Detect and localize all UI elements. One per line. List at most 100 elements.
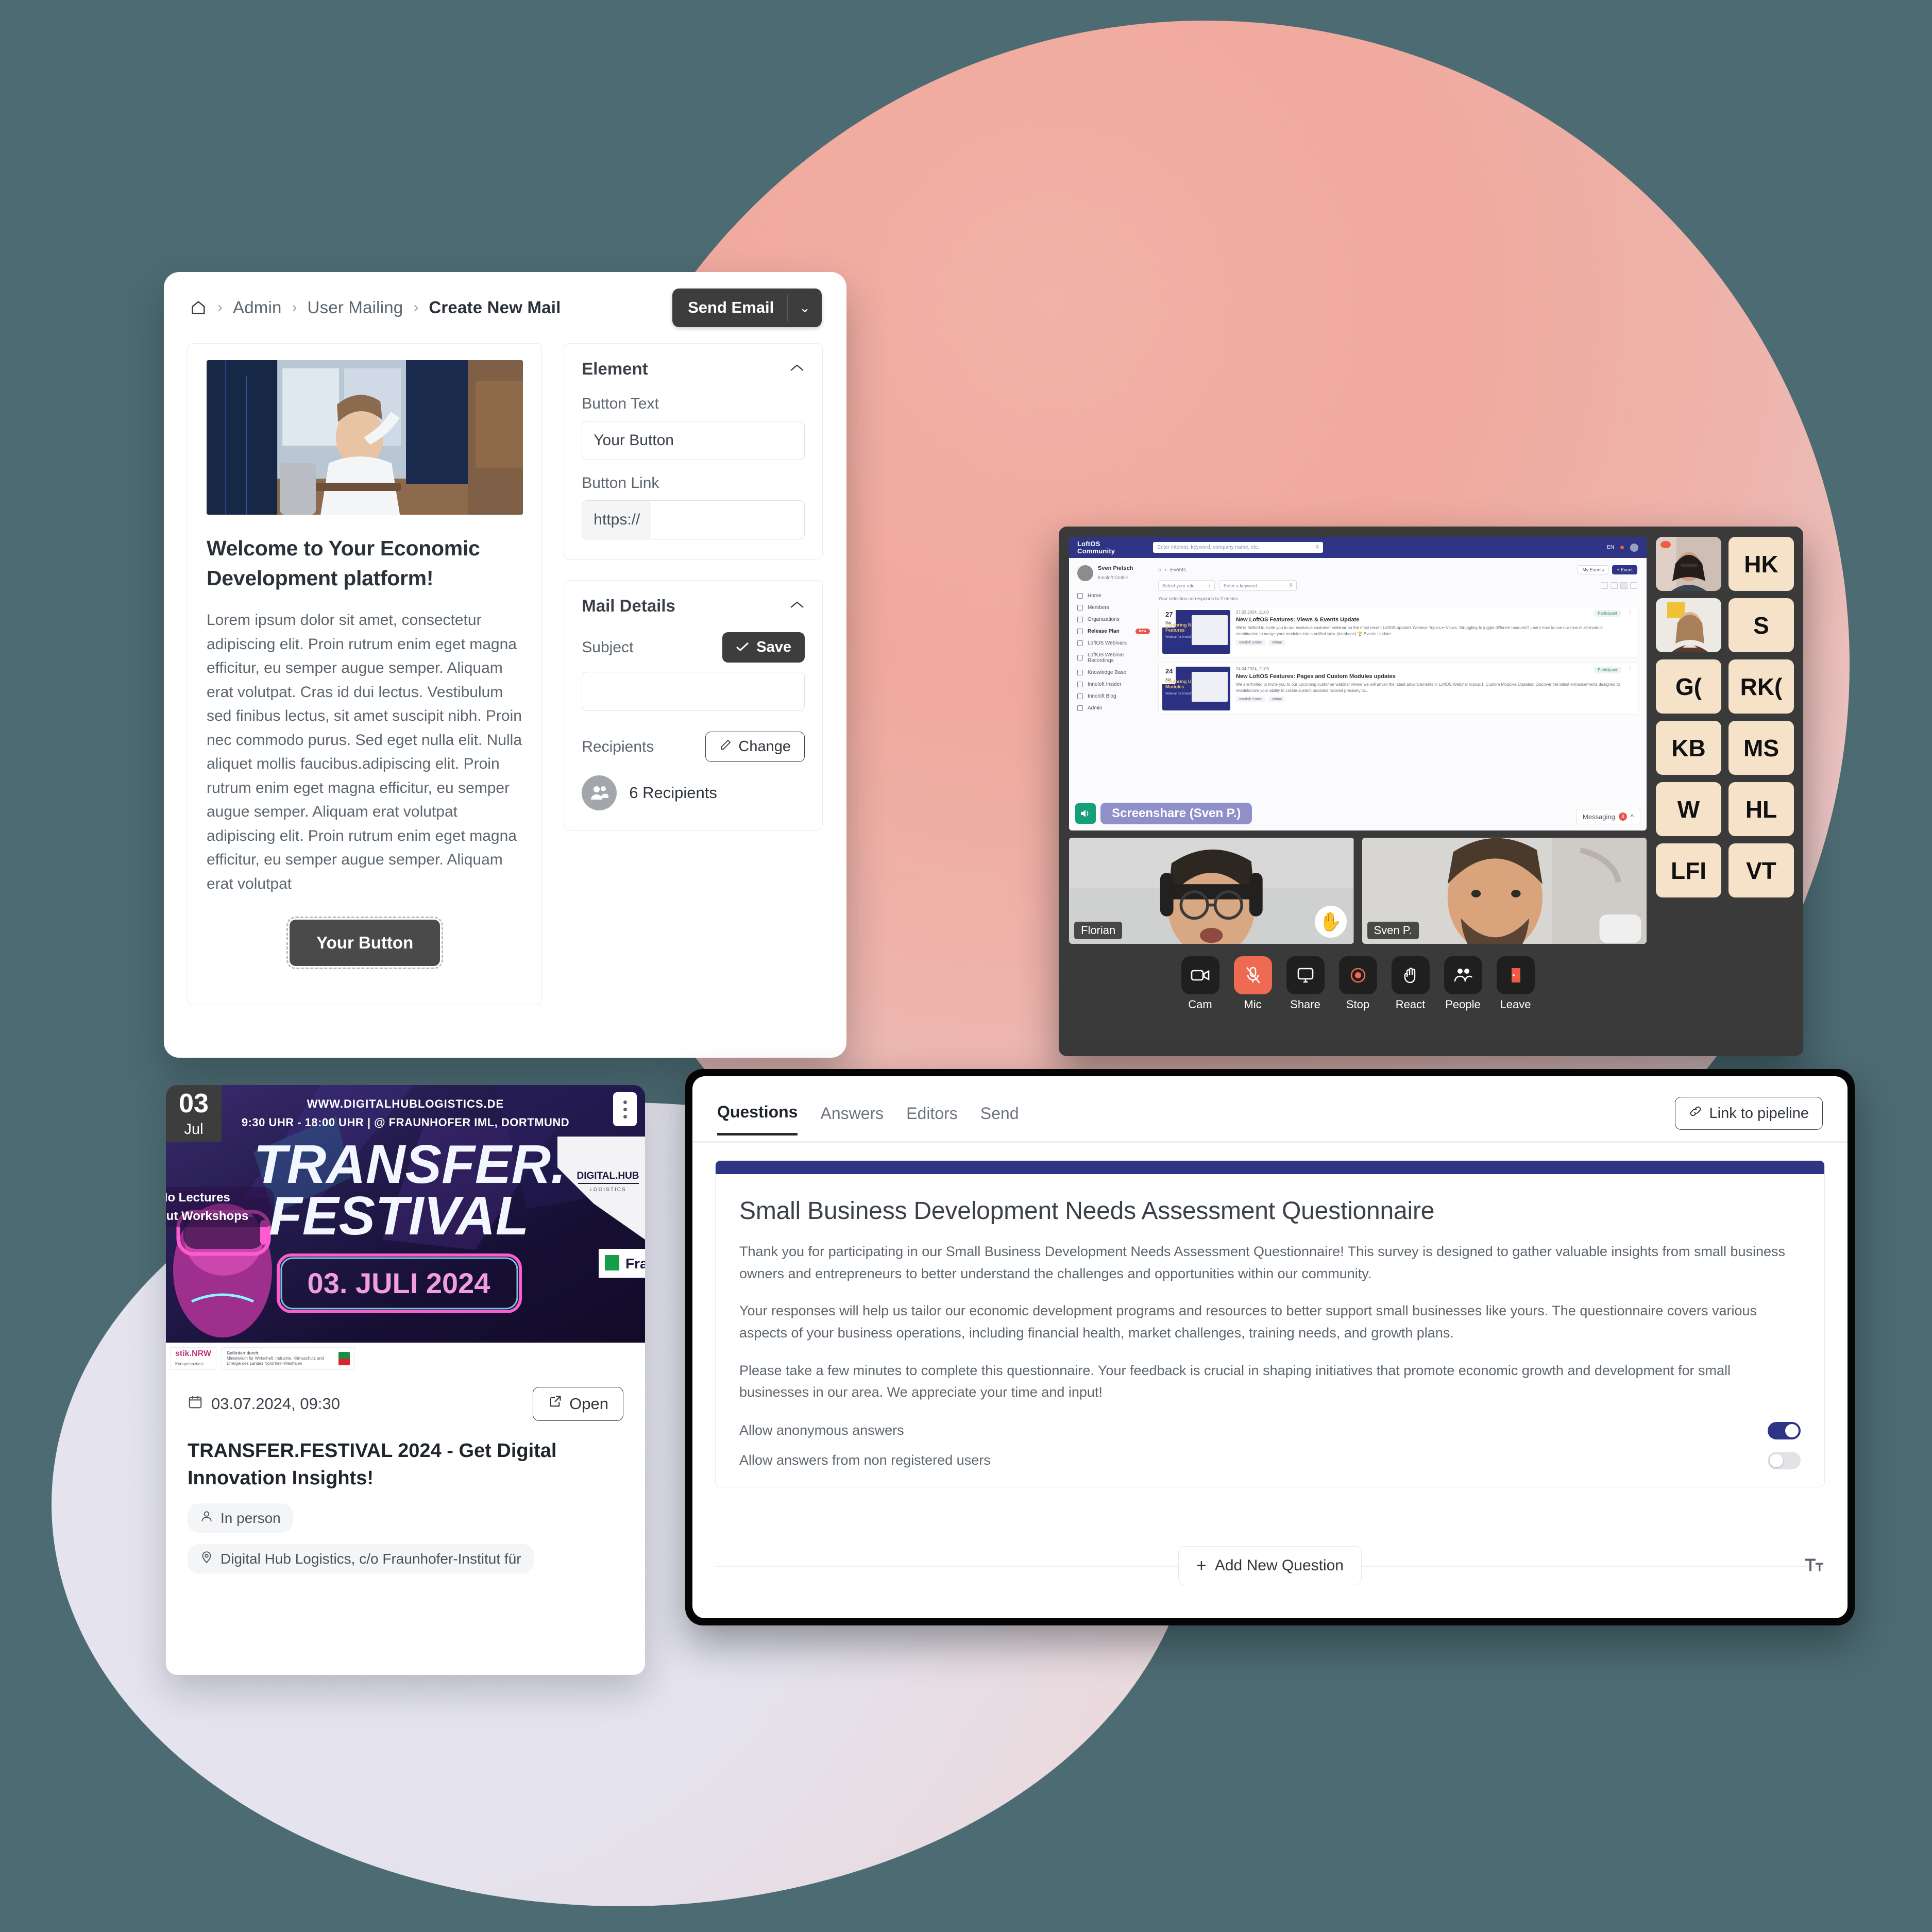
mic-muted-icon[interactable] <box>1233 956 1272 994</box>
record-stop-icon[interactable] <box>1338 956 1377 994</box>
control-react[interactable]: React <box>1389 956 1432 1011</box>
chevron-up-icon[interactable] <box>789 363 805 375</box>
loftos-search-input[interactable]: Enter interest, keyword, company name, e… <box>1153 542 1324 553</box>
event-card[interactable]: No Lectures but Workshops WWW.DIGITALHUB… <box>166 1085 645 1675</box>
toggle-allow-anonymous-answers[interactable] <box>1768 1421 1801 1439</box>
add-new-question-button[interactable]: + Add New Question <box>1178 1546 1362 1585</box>
language-selector[interactable]: EN <box>1607 545 1614 550</box>
participant-tile-kb[interactable]: KB <box>1656 721 1721 775</box>
sidebar-item-knowledge-base[interactable]: Knowledge Base <box>1077 667 1150 679</box>
loftos-logo-line1: LoftOS <box>1077 540 1100 548</box>
chevron-right-icon: › <box>292 299 297 316</box>
control-leave[interactable]: Leave <box>1494 956 1537 1011</box>
sidebar-item-label: LoftOS Webinar Recordings <box>1088 652 1124 664</box>
save-button[interactable]: Save <box>722 632 805 663</box>
view-list-icon[interactable] <box>1620 582 1628 589</box>
participant-tile-w[interactable]: W <box>1656 782 1721 836</box>
tab-questions[interactable]: Questions <box>717 1103 798 1136</box>
breadcrumb-item-admin[interactable]: Admin <box>233 298 282 317</box>
camera-tile-sven[interactable]: Sven P. <box>1362 838 1647 944</box>
messaging-panel-toggle[interactable]: Messaging 3 ^ <box>1576 809 1640 824</box>
logo-nrw-title: stik.NRW <box>175 1349 211 1358</box>
chevron-down-icon[interactable]: ⌄ <box>788 289 822 327</box>
my-events-button[interactable]: My Events <box>1578 565 1609 574</box>
avatar[interactable] <box>1630 543 1638 552</box>
participant-tile-lfi[interactable]: LFI <box>1656 843 1721 897</box>
kebab-menu-icon[interactable]: ⋮ <box>1627 666 1633 710</box>
event-card-title: TRANSFER.FESTIVAL 2024 - Get Digital Inn… <box>188 1440 557 1489</box>
view-grid-icon[interactable] <box>1601 582 1608 589</box>
home-icon[interactable] <box>190 299 207 316</box>
screenshare-stage[interactable]: LoftOS Community Enter interest, keyword… <box>1069 537 1647 831</box>
camera-tile-florian[interactable]: Florian ✋ <box>1069 838 1354 944</box>
mail-details-header[interactable]: Mail Details <box>582 596 805 616</box>
button-link-field[interactable]: https:// <box>582 500 805 539</box>
tab-send[interactable]: Send <box>980 1104 1019 1134</box>
sidebar-item-members[interactable]: Members <box>1077 602 1150 614</box>
event-title: New LoftOS Features: Views & Events Upda… <box>1236 617 1360 623</box>
button-link-input[interactable] <box>651 501 804 539</box>
link-to-pipeline-button[interactable]: Link to pipeline <box>1674 1097 1823 1130</box>
control-stop[interactable]: Stop <box>1336 956 1380 1011</box>
keyword-input[interactable]: Enter a keyword... ⚲ <box>1219 580 1297 591</box>
kebab-menu-icon[interactable] <box>613 1092 637 1126</box>
button-text-input[interactable] <box>582 421 805 460</box>
toggle-label: Allow anonymous answers <box>739 1422 904 1438</box>
event-day: 03 <box>179 1088 209 1118</box>
view-card-icon[interactable] <box>1611 582 1618 589</box>
event-card-row: 03.07.2024, 09:30 Open <box>188 1387 623 1421</box>
participant-tile-video[interactable] <box>1656 537 1721 591</box>
sidebar-item-release-plan[interactable]: Release Plan New <box>1077 625 1150 637</box>
participant-tile-g[interactable]: G( <box>1656 659 1721 714</box>
change-recipients-button[interactable]: Change <box>705 732 805 762</box>
loftos-user[interactable]: Sven Pietsch Innoloft GmbH <box>1077 565 1150 582</box>
camera-icon[interactable] <box>1181 956 1219 994</box>
add-event-button[interactable]: + Event <box>1612 565 1637 574</box>
raised-hand-icon[interactable] <box>1391 956 1430 994</box>
participant-tile-hk[interactable]: HK <box>1728 537 1794 591</box>
control-people[interactable]: People <box>1442 956 1485 1011</box>
event-thumbnail: 27 Mar Exploring New LoftOS Features Web… <box>1162 610 1230 654</box>
subject-input[interactable] <box>582 672 805 711</box>
role-select[interactable]: Select your role ↕ <box>1158 580 1215 591</box>
participant-tile-video[interactable] <box>1656 598 1721 652</box>
element-section-header[interactable]: Element <box>582 359 805 379</box>
tab-answers[interactable]: Answers <box>820 1104 884 1134</box>
control-cam[interactable]: Cam <box>1179 956 1222 1011</box>
sidebar-item-innoloft-blog[interactable]: Innoloft Blog <box>1077 690 1150 702</box>
event-list-item[interactable]: 27 Mar Exploring New LoftOS Features Web… <box>1158 606 1637 658</box>
control-share[interactable]: Share <box>1284 956 1327 1011</box>
participant-tile-s[interactable]: S <box>1728 598 1794 652</box>
loftos-logo: LoftOS Community <box>1077 540 1115 554</box>
sidebar-item-loftos-webinars[interactable]: LoftOS Webinars <box>1077 637 1150 649</box>
tab-editors[interactable]: Editors <box>906 1104 958 1134</box>
send-email-button[interactable]: Send Email ⌄ <box>672 288 822 327</box>
control-mic[interactable]: Mic <box>1231 956 1275 1011</box>
logo-chip-ministry: Gefördert durch: Ministerium für Wirtsch… <box>221 1347 355 1370</box>
text-size-icon[interactable] <box>1804 1556 1825 1576</box>
leave-door-icon[interactable] <box>1496 956 1535 994</box>
participant-tile-rk[interactable]: RK( <box>1728 659 1794 714</box>
participant-tile-hl[interactable]: HL <box>1728 782 1794 836</box>
event-list-item[interactable]: 24 Apr Exploring Updated LoftOS Modules … <box>1158 663 1637 715</box>
kebab-menu-icon[interactable]: ⋮ <box>1627 609 1633 654</box>
sidebar-item-admin[interactable]: Admin <box>1077 702 1150 714</box>
screen-share-icon[interactable] <box>1286 956 1325 994</box>
people-icon[interactable] <box>1444 956 1482 994</box>
event-datetime-text: 03.07.2024, 09:30 <box>211 1395 340 1413</box>
view-calendar-icon[interactable] <box>1630 582 1637 589</box>
sidebar-item-home[interactable]: Home <box>1077 590 1150 602</box>
toggle-allow-non-registered-answers[interactable] <box>1768 1451 1801 1469</box>
loftos-topbar-right: EN <box>1607 543 1638 552</box>
breadcrumb-item-user-mailing[interactable]: User Mailing <box>308 298 403 317</box>
participant-tile-ms[interactable]: MS <box>1728 721 1794 775</box>
sidebar-item-webinar-recordings[interactable]: LoftOS Webinar Recordings <box>1077 649 1150 667</box>
open-event-button[interactable]: Open <box>533 1387 623 1421</box>
chevron-up-icon[interactable] <box>789 600 805 612</box>
participant-tile-vt[interactable]: VT <box>1728 843 1794 897</box>
home-icon[interactable]: ⌂ <box>1158 567 1161 573</box>
speaker-icon[interactable] <box>1075 803 1096 824</box>
sidebar-item-innoloft-insider[interactable]: Innoloft Insider <box>1077 679 1150 690</box>
email-cta-button[interactable]: Your Button <box>286 917 444 970</box>
sidebar-item-organizations[interactable]: Organizations <box>1077 614 1150 625</box>
